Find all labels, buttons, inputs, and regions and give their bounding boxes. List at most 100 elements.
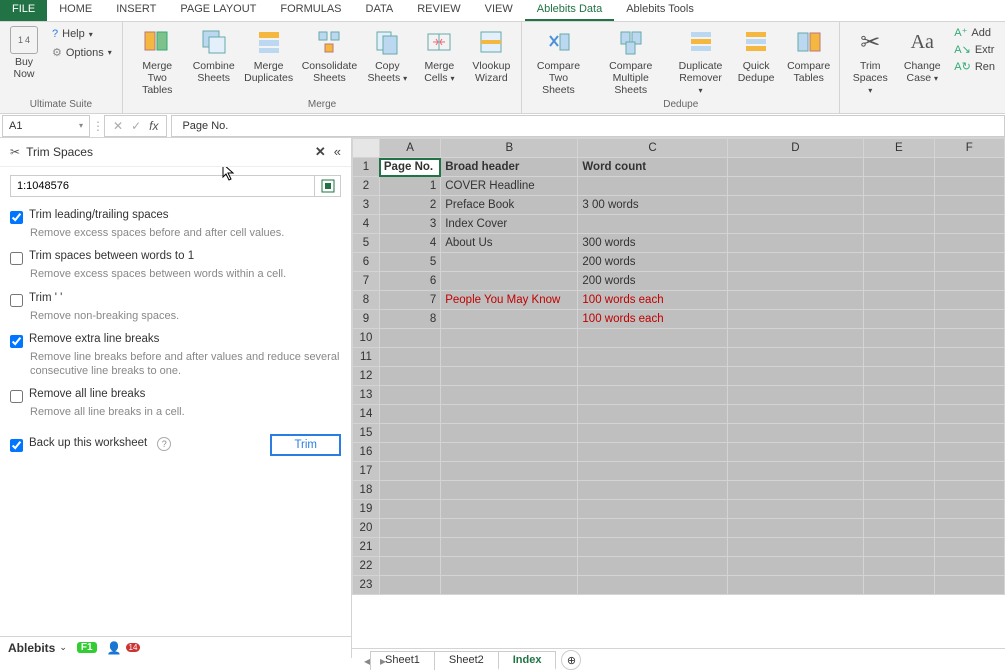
cell[interactable]: Preface Book — [441, 196, 578, 215]
cell[interactable] — [578, 177, 727, 196]
cell[interactable] — [441, 500, 578, 519]
cell[interactable] — [379, 405, 440, 424]
col-header[interactable]: F — [934, 139, 1004, 158]
cell[interactable] — [934, 405, 1004, 424]
combine-sheets-button[interactable]: Combine Sheets — [190, 24, 238, 98]
range-picker-button[interactable] — [315, 175, 341, 197]
row-header[interactable]: 22 — [353, 557, 380, 576]
cell[interactable] — [864, 196, 934, 215]
cell[interactable] — [441, 310, 578, 329]
cell[interactable] — [727, 386, 863, 405]
cell[interactable] — [379, 557, 440, 576]
trim-button[interactable]: Trim — [270, 434, 341, 456]
tab-page-layout[interactable]: PAGE LAYOUT — [168, 0, 268, 21]
merge-duplicates-button[interactable]: Merge Duplicates — [242, 24, 296, 98]
row-header[interactable]: 2 — [353, 177, 380, 196]
tab-insert[interactable]: INSERT — [104, 0, 168, 21]
cell[interactable] — [578, 329, 727, 348]
cell[interactable] — [727, 405, 863, 424]
cell[interactable] — [441, 367, 578, 386]
cell[interactable] — [934, 158, 1004, 177]
row-header[interactable]: 21 — [353, 538, 380, 557]
cell[interactable] — [578, 443, 727, 462]
row-header[interactable]: 5 — [353, 234, 380, 253]
cell[interactable] — [864, 253, 934, 272]
row-header[interactable]: 12 — [353, 367, 380, 386]
cell[interactable] — [934, 386, 1004, 405]
cell[interactable] — [441, 557, 578, 576]
option-checkbox[interactable] — [10, 252, 23, 265]
cell[interactable]: 3 00 words — [578, 196, 727, 215]
cell[interactable]: 2 — [379, 196, 440, 215]
option-checkbox[interactable] — [10, 211, 23, 224]
cell[interactable] — [441, 538, 578, 557]
row-header[interactable]: 1 — [353, 158, 380, 177]
cell[interactable] — [934, 481, 1004, 500]
row-header[interactable]: 19 — [353, 500, 380, 519]
cell[interactable] — [727, 462, 863, 481]
cell[interactable] — [934, 557, 1004, 576]
collapse-icon[interactable]: « — [334, 144, 341, 160]
cell[interactable] — [441, 348, 578, 367]
cell[interactable] — [578, 519, 727, 538]
cell[interactable] — [864, 177, 934, 196]
help-button[interactable]: ?Help▾ — [48, 26, 116, 42]
rename-button[interactable]: A↻Ren — [950, 58, 999, 75]
cell[interactable]: COVER Headline — [441, 177, 578, 196]
cell[interactable] — [727, 424, 863, 443]
compare-multiple-sheets-button[interactable]: Compare Multiple Sheets — [593, 24, 669, 98]
cell[interactable]: 5 — [379, 253, 440, 272]
cell[interactable] — [727, 500, 863, 519]
select-all-corner[interactable] — [353, 139, 380, 158]
tab-formulas[interactable]: FORMULAS — [268, 0, 353, 21]
cell[interactable] — [934, 215, 1004, 234]
cell[interactable] — [864, 424, 934, 443]
cell[interactable] — [578, 557, 727, 576]
row-header[interactable]: 14 — [353, 405, 380, 424]
cell[interactable] — [864, 348, 934, 367]
cell[interactable] — [727, 557, 863, 576]
cell[interactable] — [379, 443, 440, 462]
cell[interactable]: 7 — [379, 291, 440, 310]
cell[interactable] — [441, 405, 578, 424]
merge-cells-button[interactable]: Merge Cells ▾ — [415, 24, 463, 98]
option-checkbox[interactable] — [10, 335, 23, 348]
cell[interactable] — [379, 386, 440, 405]
cell[interactable] — [727, 234, 863, 253]
cell[interactable] — [864, 310, 934, 329]
cell[interactable] — [727, 177, 863, 196]
enter-icon[interactable]: ✓ — [131, 119, 141, 133]
cell[interactable] — [379, 462, 440, 481]
cell[interactable] — [441, 253, 578, 272]
cell[interactable] — [379, 481, 440, 500]
tab-view[interactable]: VIEW — [473, 0, 525, 21]
close-icon[interactable]: ✕ — [315, 144, 326, 160]
cell[interactable] — [934, 291, 1004, 310]
consolidate-sheets-button[interactable]: Consolidate Sheets — [300, 24, 360, 98]
cell[interactable] — [934, 519, 1004, 538]
cell[interactable] — [864, 538, 934, 557]
cell[interactable] — [864, 443, 934, 462]
cell[interactable] — [864, 462, 934, 481]
tab-ablebits-tools[interactable]: Ablebits Tools — [614, 0, 706, 21]
cell[interactable] — [441, 443, 578, 462]
cell[interactable] — [441, 519, 578, 538]
f1-badge[interactable]: F1 — [77, 642, 97, 653]
cell[interactable] — [727, 443, 863, 462]
sheet-nav-prev[interactable]: ◂ — [364, 654, 370, 668]
cell[interactable] — [578, 576, 727, 595]
cell[interactable]: 100 words each — [578, 291, 727, 310]
cell[interactable] — [379, 576, 440, 595]
cell[interactable]: 200 words — [578, 272, 727, 291]
cell[interactable] — [864, 272, 934, 291]
cell[interactable] — [379, 367, 440, 386]
cell[interactable] — [727, 576, 863, 595]
cancel-icon[interactable]: ✕ — [113, 119, 123, 133]
cell[interactable] — [727, 310, 863, 329]
spreadsheet-grid[interactable]: ABCDEF1Page No.Broad headerWord count21C… — [352, 138, 1005, 648]
cell[interactable] — [441, 462, 578, 481]
cell[interactable]: Word count — [578, 158, 727, 177]
cell[interactable] — [934, 424, 1004, 443]
cell[interactable] — [727, 538, 863, 557]
cell[interactable] — [934, 234, 1004, 253]
